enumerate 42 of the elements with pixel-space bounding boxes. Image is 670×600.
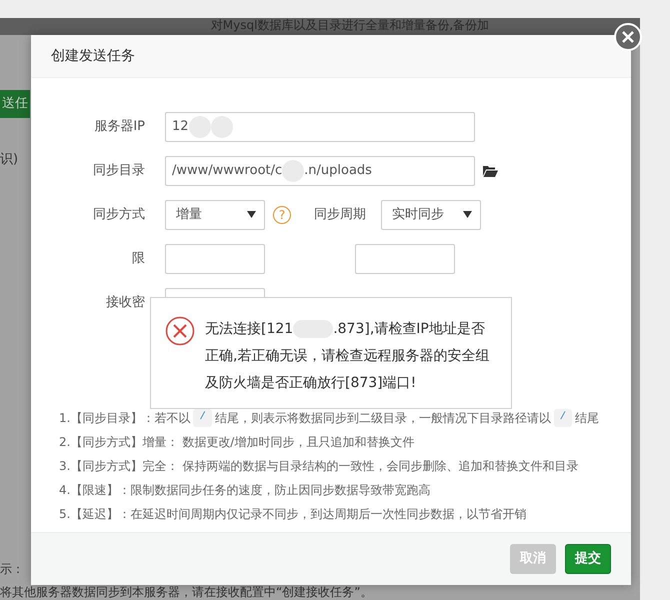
note-number: 2.	[59, 434, 70, 451]
field-label: 服务器IP	[93, 118, 146, 136]
directory-field[interactable]: /www/wwwroot/c .n/uploads	[165, 156, 475, 186]
note-text: 【同步目录】：若不以	[70, 410, 190, 427]
field-label: 同步目录	[92, 162, 146, 180]
note-number: 3.	[59, 458, 70, 475]
tip-text: 将其他服务器数据同步到本服务器，请在接收配置中“创建接收任务”。	[0, 584, 372, 600]
value-text: 12	[172, 118, 189, 136]
folder-icon[interactable]	[483, 164, 498, 177]
field-label: 限	[131, 250, 146, 268]
submit-button[interactable]: 提交	[565, 544, 611, 574]
value-text: .n/uploads	[304, 162, 372, 180]
field-label: 同步周期	[313, 206, 367, 224]
code-chip: /	[554, 409, 572, 427]
note-text: 结尾	[575, 410, 600, 427]
note-number: 5.	[59, 506, 70, 523]
note-text: 结尾，则表示将数据同步到二级目录，一般情况下目录路径请以	[214, 410, 551, 427]
dropdown[interactable]: 实时同步	[381, 200, 481, 230]
background-text: 识)	[0, 151, 18, 169]
field-label: 接收密	[105, 294, 146, 312]
caret-icon	[463, 211, 472, 218]
error-message: 无法连接[121 .873],请检查IP地址是否正确,若正确无误，请检查远程服务器的安全组及防火墙是否正确放行[873]端口!	[205, 319, 490, 393]
input-field[interactable]	[355, 244, 455, 274]
field-label: 同步方式	[92, 206, 146, 224]
note-number: 4.	[59, 482, 70, 499]
value-text: /www/wwwroot/c	[172, 162, 282, 180]
error-icon	[165, 316, 195, 346]
send-task-button[interactable]: 送任	[0, 90, 30, 118]
note-text: 【延迟】：在延迟时间周期内仅记录不同步，到达周期后一次性同步数据，以节省开销	[70, 506, 526, 523]
dropdown-value: 实时同步	[392, 206, 444, 224]
dropdown-value: 增量	[176, 206, 202, 224]
note-number: 1.	[59, 410, 70, 427]
note-text: 【限速】：限制数据同步任务的速度，防止因同步数据导致带宽跑高	[70, 482, 430, 499]
tip-label: 示：	[0, 561, 24, 578]
code-chip: /	[193, 409, 212, 427]
caret-icon	[247, 211, 256, 218]
dialog-title: 创建发送任务	[51, 48, 135, 64]
ip-field[interactable]: 12	[165, 112, 475, 142]
input-field[interactable]	[165, 244, 265, 274]
dropdown[interactable]: 增量	[165, 200, 265, 230]
note-text: 【同步方式】完全： 保持两端的数据与目录结构的一致性，会同步删除、追加和替换文件和目录	[70, 458, 578, 475]
note-text: 【同步方式】增量： 数据更改/增加时同步，且只追加和替换文件	[70, 434, 414, 451]
